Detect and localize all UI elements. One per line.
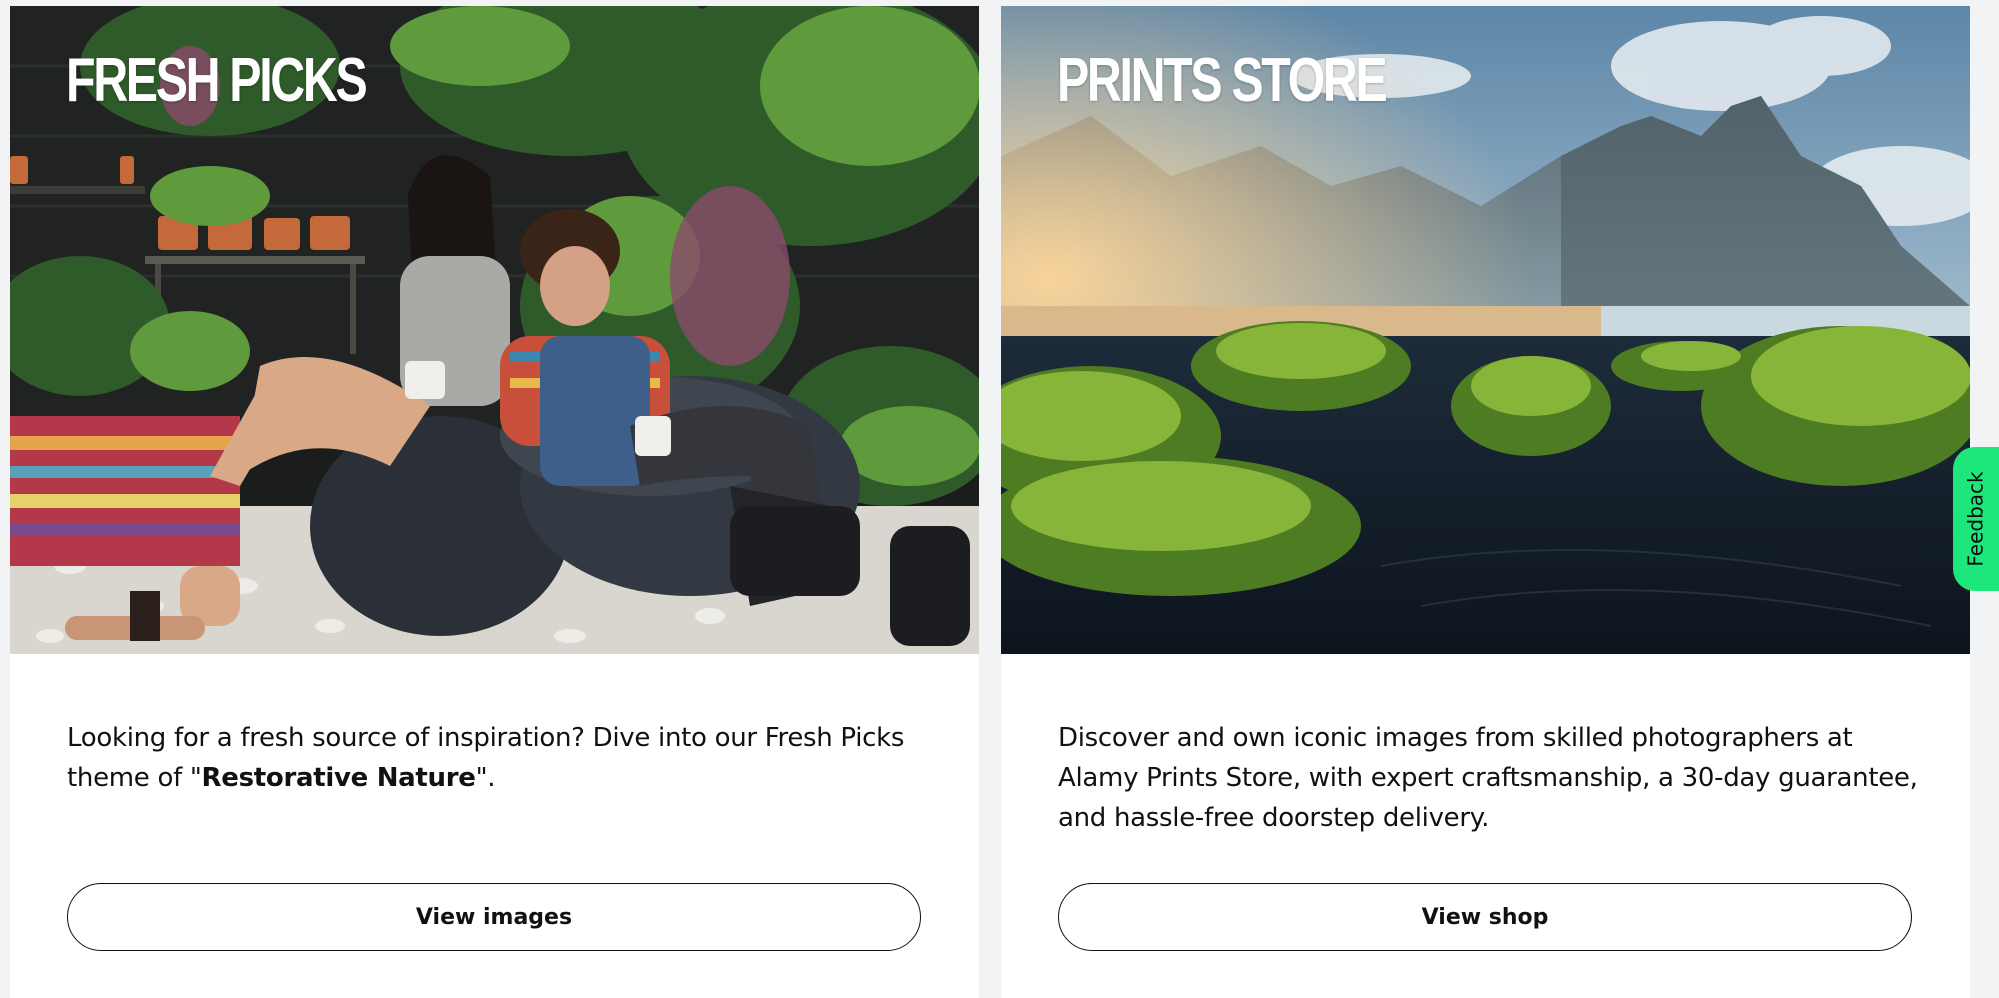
feedback-label: Feedback bbox=[1964, 471, 1988, 567]
fresh-picks-card: FRESH PICKS Looking for a fresh source o… bbox=[10, 6, 979, 998]
view-images-button[interactable]: View images bbox=[67, 883, 921, 951]
prints-store-description: Discover and own iconic images from skil… bbox=[1058, 723, 1918, 833]
theme-name: Restorative Nature bbox=[201, 763, 476, 793]
feedback-tab[interactable]: Feedback bbox=[1953, 447, 1999, 591]
prints-store-card: PRINTS STORE Discover and own iconic ima… bbox=[1001, 6, 1970, 998]
fresh-picks-image[interactable]: FRESH PICKS bbox=[10, 6, 979, 654]
promo-cards: FRESH PICKS Looking for a fresh source o… bbox=[0, 0, 1999, 998]
fresh-picks-description: Looking for a fresh source of inspiratio… bbox=[67, 718, 927, 798]
prints-store-title: PRINTS STORE bbox=[1057, 46, 1388, 115]
description-text-end: ". bbox=[475, 763, 496, 793]
view-shop-button[interactable]: View shop bbox=[1058, 883, 1912, 951]
fresh-picks-title: FRESH PICKS bbox=[66, 46, 368, 115]
prints-store-image[interactable]: PRINTS STORE bbox=[1001, 6, 1970, 654]
